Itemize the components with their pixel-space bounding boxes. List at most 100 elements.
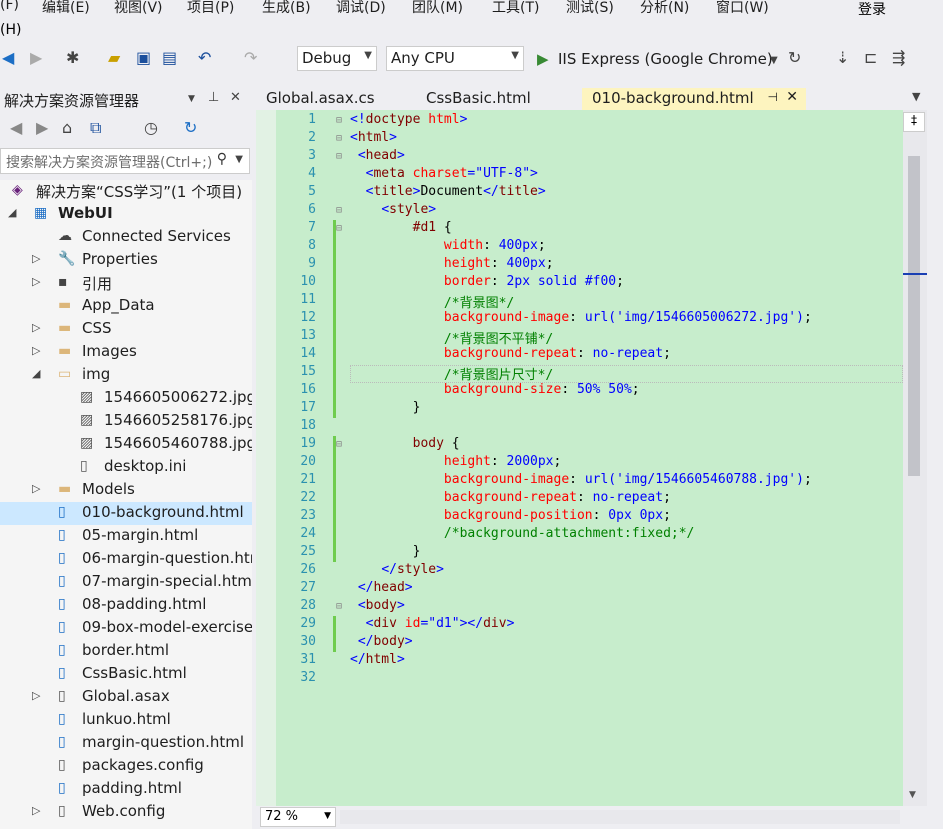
menu-item[interactable]: 测试(S) [566,0,614,17]
menu-item[interactable]: (F) [0,0,19,13]
scrollbar-thumb[interactable] [908,156,920,476]
tree-item[interactable]: ▯ 07-margin-special.html [0,571,252,594]
search-icon[interactable]: ⚲ [217,151,227,167]
tab-document[interactable]: CssBasic.html [416,88,582,110]
pin-icon[interactable]: ⊣ [768,90,778,104]
tree-item[interactable]: ▯ lunkuo.html [0,709,252,732]
save-icon[interactable]: ▣ [136,50,151,66]
fold-toggle-icon[interactable]: ⊟ [336,601,342,612]
format-icon[interactable]: ⊏ [864,50,877,66]
redo-icon[interactable]: ↷ [244,50,257,66]
scroll-down-icon[interactable]: ▼ [909,790,916,800]
tree-item[interactable]: ▯ padding.html [0,778,252,801]
refresh-icon[interactable]: ↻ [184,120,197,136]
platform-dropdown[interactable]: Any CPU ▼ [386,46,524,71]
step-icon[interactable]: ⇣ [836,50,849,66]
close-icon[interactable]: ✕ [230,90,241,105]
tree-item[interactable]: ▯ desktop.ini [0,456,252,479]
tab-document[interactable]: Global.asax.cs [256,88,416,110]
back-icon[interactable]: ◀ [2,50,14,66]
tree-item[interactable]: ◢ ▦ WebUI [0,203,252,226]
menu-item[interactable]: 团队(M) [412,0,463,17]
tree-item[interactable]: ▯ 05-margin.html [0,525,252,548]
menu-item[interactable]: 调试(D) [336,0,386,17]
fold-toggle-icon[interactable]: ⊟ [336,151,342,162]
expand-icon[interactable]: ▷ [32,689,40,702]
expand-icon[interactable]: ▷ [32,804,40,817]
tree-item[interactable]: ◈ 解决方案“CSS学习”(1 个项目) [0,180,252,203]
tree-item[interactable]: ▯ packages.config [0,755,252,778]
menu-help[interactable]: (H) [0,22,21,38]
tree-item[interactable]: ▷ ▬ Models [0,479,252,502]
tree-item[interactable]: ▨ 1546605006272.jpg [0,387,252,410]
collapse-icon[interactable]: ◢ [8,206,16,219]
tree-item[interactable]: ▬ App_Data [0,295,252,318]
tree-item[interactable]: ▷ ▯ Global.asax [0,686,252,709]
code-editor[interactable]: 1 ⊟ <!doctype html> 2 ⊟ <html> 3 ⊟ <head> 4 <met… [256,110,903,806]
tree-item[interactable]: ▷ ▬ Images [0,341,252,364]
expand-icon[interactable]: ▷ [32,252,40,265]
tree-item[interactable]: ▨ 1546605460788.jpg [0,433,252,456]
tree-item[interactable]: ▷ ▯ Web.config [0,801,252,824]
tree-item[interactable]: ▯ 08-padding.html [0,594,252,617]
switch-views-icon[interactable]: ⧉ [90,120,101,136]
home-icon[interactable]: ⌂ [62,120,72,136]
undo-icon[interactable]: ↶ [198,50,211,66]
back-icon[interactable]: ◀ [10,120,22,136]
tab-document[interactable]: 010-background.html ⊣ ✕ [582,88,806,110]
tree-item[interactable]: ▷ ▬ CSS [0,318,252,341]
align-icon[interactable]: ⇶ [892,50,905,66]
fold-toggle-icon[interactable]: ⊟ [336,439,342,450]
tree-item[interactable]: ▨ 1546605258176.jpg [0,410,252,433]
expand-icon[interactable]: ▷ [32,275,40,288]
fold-toggle-icon[interactable]: ⊟ [336,223,342,234]
close-icon[interactable]: ✕ [786,89,798,105]
menu-item[interactable]: 工具(T) [492,0,539,17]
tree-item[interactable]: ☁ Connected Services [0,226,252,249]
horizontal-scrollbar[interactable] [340,810,900,824]
collapse-icon[interactable]: ◢ [32,367,40,380]
expand-icon[interactable]: ▷ [32,321,40,334]
forward-icon[interactable]: ▶ [36,120,48,136]
refresh-icon[interactable]: ↻ [788,50,801,66]
zoom-dropdown[interactable]: 72 % ▼ [260,807,336,827]
vertical-scrollbar[interactable]: ▼ [903,110,927,806]
tree-item[interactable]: ▷ 🔧 Properties [0,249,252,272]
chevron-down-icon[interactable]: ▼ [770,53,778,69]
tree-item[interactable]: ▯ 010-background.html [0,502,252,525]
fold-toggle-icon[interactable]: ⊟ [336,133,342,144]
history-icon[interactable]: ◷ [144,120,158,136]
run-icon[interactable]: ▶ [537,50,549,68]
tree-item[interactable]: ▯ 06-margin-question.html [0,548,252,571]
configuration-dropdown[interactable]: Debug ▼ [297,46,377,71]
forward-icon[interactable]: ▶ [30,50,42,66]
fold-toggle-icon[interactable]: ⊟ [336,115,342,126]
menu-item[interactable]: 分析(N) [640,0,689,17]
menu-item[interactable]: 编辑(E) [42,0,90,17]
menu-item[interactable]: 窗口(W) [716,0,769,17]
tree-item[interactable]: ▯ 09-box-model-exercise.html [0,617,252,640]
solution-explorer-search-input[interactable]: 搜索解决方案资源管理器(Ctrl+;) ⚲ ▼ [0,148,250,174]
menu-item[interactable]: 生成(B) [262,0,311,17]
open-icon[interactable]: ▰ [108,50,120,66]
tree-item-label: CssBasic.html [82,664,187,682]
menu-item[interactable]: 视图(V) [114,0,163,17]
tree-item[interactable]: ▷ ▪ 引用 [0,272,252,295]
menu-item[interactable]: 项目(P) [187,0,234,17]
expand-icon[interactable]: ▷ [32,344,40,357]
login-link[interactable]: 登录 [858,0,886,19]
tree-item[interactable]: ▯ CssBasic.html [0,663,252,686]
tree-item[interactable]: ▯ border.html [0,640,252,663]
fold-toggle-icon[interactable]: ⊟ [336,205,342,216]
save-all-icon[interactable]: ▤ [162,50,177,66]
run-target-button[interactable]: IIS Express (Google Chrome) [558,50,773,68]
new-project-icon[interactable]: ✱ [66,50,79,66]
tree-item[interactable]: ◢ ▭ img [0,364,252,387]
split-editor-button[interactable]: ‡ [903,112,925,132]
tree-item[interactable]: ▯ margin-question.html [0,732,252,755]
expand-icon[interactable]: ▷ [32,482,40,495]
chevron-down-icon[interactable]: ▼ [235,154,243,165]
tab-list-icon[interactable]: ▼ [912,90,920,103]
pin-icon[interactable]: ⊥ [208,90,219,105]
chevron-down-icon[interactable]: ▼ [188,94,195,104]
